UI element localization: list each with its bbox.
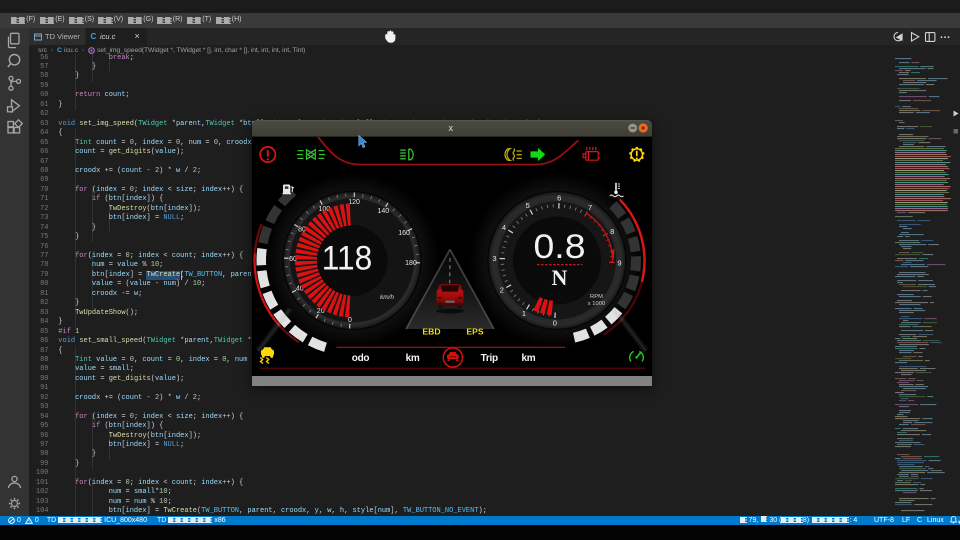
- svg-text:5: 5: [525, 200, 529, 209]
- svg-text:118: 118: [321, 239, 372, 277]
- svg-text:km: km: [521, 353, 535, 364]
- svg-text:x 1000: x 1000: [587, 301, 604, 307]
- svg-text:4: 4: [501, 223, 505, 232]
- svg-text:3: 3: [492, 253, 496, 262]
- svg-text:EBD: EBD: [422, 326, 440, 336]
- svg-text:N: N: [551, 265, 567, 290]
- svg-text:120: 120: [348, 198, 360, 205]
- svg-text:0.8: 0.8: [533, 228, 585, 266]
- svg-text:0: 0: [552, 318, 556, 327]
- svg-text:7: 7: [588, 203, 592, 212]
- svg-text:6: 6: [557, 193, 561, 202]
- svg-text:9: 9: [617, 258, 621, 267]
- svg-text:160: 160: [398, 230, 410, 237]
- svg-text:8: 8: [610, 226, 614, 235]
- svg-text:180: 180: [405, 260, 417, 267]
- svg-text:RPM: RPM: [590, 294, 603, 300]
- svg-text:km: km: [405, 353, 419, 364]
- svg-text:km/h: km/h: [379, 294, 393, 301]
- svg-text:EPS: EPS: [466, 326, 483, 336]
- svg-text:1: 1: [521, 309, 525, 318]
- svg-text:odo: odo: [351, 353, 369, 364]
- svg-text:0: 0: [347, 316, 351, 323]
- svg-text:2: 2: [499, 285, 503, 294]
- svg-text:Trip: Trip: [480, 353, 497, 364]
- svg-text:140: 140: [377, 207, 389, 214]
